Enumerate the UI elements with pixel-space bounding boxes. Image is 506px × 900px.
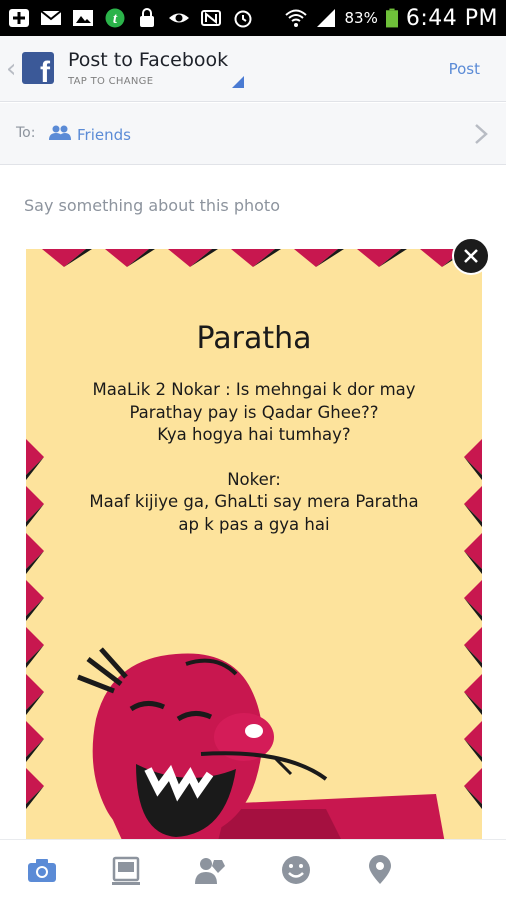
friends-icon — [49, 125, 71, 140]
facebook-logo-icon[interactable]: f — [22, 52, 54, 84]
app-t-icon: t — [105, 8, 125, 28]
border-decoration — [464, 674, 482, 710]
mail-icon — [40, 10, 62, 25]
border-decoration — [357, 249, 401, 267]
add-icon — [9, 9, 29, 27]
image-icon — [73, 10, 93, 26]
signal-icon — [316, 9, 335, 27]
to-label: To: — [16, 125, 36, 141]
notification-icons: t — [8, 6, 254, 30]
battery-icon — [385, 8, 398, 28]
audience-selector[interactable]: To: Friends — [0, 103, 506, 165]
border-decoration — [464, 486, 482, 522]
header-subtitle[interactable]: TAP TO CHANGE — [68, 76, 153, 87]
close-icon — [464, 249, 478, 263]
border-decoration — [26, 674, 44, 710]
wifi-icon — [284, 9, 307, 27]
audience-value: Friends — [77, 126, 131, 144]
back-chevron-icon[interactable]: ‹ — [6, 56, 18, 82]
joke-line: ap k pas a gya hai — [178, 514, 330, 534]
joke-line: MaaLik 2 Nokar : Is mehngai k dor may — [92, 380, 416, 399]
border-decoration — [231, 249, 275, 267]
joke-line: Kya hogya hai tumhay? — [157, 425, 351, 444]
joke-text: MaaLik 2 Nokar : Is mehngai k dor may Pa… — [56, 379, 452, 536]
battery-percent: 83% — [344, 9, 378, 27]
clock: 6:44 PM — [405, 5, 498, 31]
camera-icon[interactable] — [26, 854, 58, 886]
dropdown-caret-icon[interactable] — [232, 76, 244, 88]
photo-attachment: Paratha MaaLik 2 Nokar : Is mehngai k do… — [26, 249, 482, 839]
border-decoration — [26, 486, 44, 522]
joke-line: Noker: — [227, 469, 281, 489]
remove-photo-button[interactable] — [452, 237, 490, 275]
composer-header: ‹ f Post to Facebook TAP TO CHANGE Post — [0, 36, 506, 102]
border-decoration — [26, 580, 44, 616]
system-icons: 83% 6:44 PM — [284, 4, 499, 32]
post-button[interactable]: Post — [449, 60, 480, 78]
border-decoration — [42, 249, 86, 267]
nfc-icon — [201, 10, 221, 26]
alarm-icon — [234, 10, 252, 28]
location-pin-icon[interactable] — [364, 854, 396, 886]
lock-icon — [140, 8, 154, 27]
album-icon[interactable] — [110, 854, 142, 886]
joke-line: Parathay pay is Qadar Ghee?? — [129, 402, 379, 422]
tag-people-icon[interactable] — [194, 854, 226, 886]
border-decoration — [168, 249, 212, 267]
border-decoration — [464, 768, 482, 804]
border-decoration — [105, 249, 149, 267]
header-title[interactable]: Post to Facebook — [68, 49, 228, 71]
border-decoration — [26, 627, 44, 663]
border-decoration — [26, 533, 44, 569]
photo-title: Paratha — [196, 321, 312, 356]
composer-toolbar — [0, 839, 506, 900]
status-bar: t 83% 6:44 PM — [0, 0, 506, 36]
caption-input[interactable] — [24, 190, 484, 220]
joke-line: Maaf kijiye ga, GhaLti say mera Paratha — [89, 492, 419, 511]
border-decoration — [294, 249, 338, 267]
border-decoration — [464, 580, 482, 616]
eye-icon — [169, 13, 189, 23]
border-decoration — [464, 439, 482, 475]
emoji-icon[interactable] — [280, 854, 312, 886]
chevron-right-icon — [475, 124, 488, 144]
border-decoration — [464, 533, 482, 569]
laughing-face-illustration — [77, 647, 445, 839]
border-decoration — [26, 768, 44, 804]
border-decoration — [26, 439, 44, 475]
border-decoration — [464, 627, 482, 663]
border-decoration — [464, 721, 482, 757]
border-decoration — [26, 721, 44, 757]
